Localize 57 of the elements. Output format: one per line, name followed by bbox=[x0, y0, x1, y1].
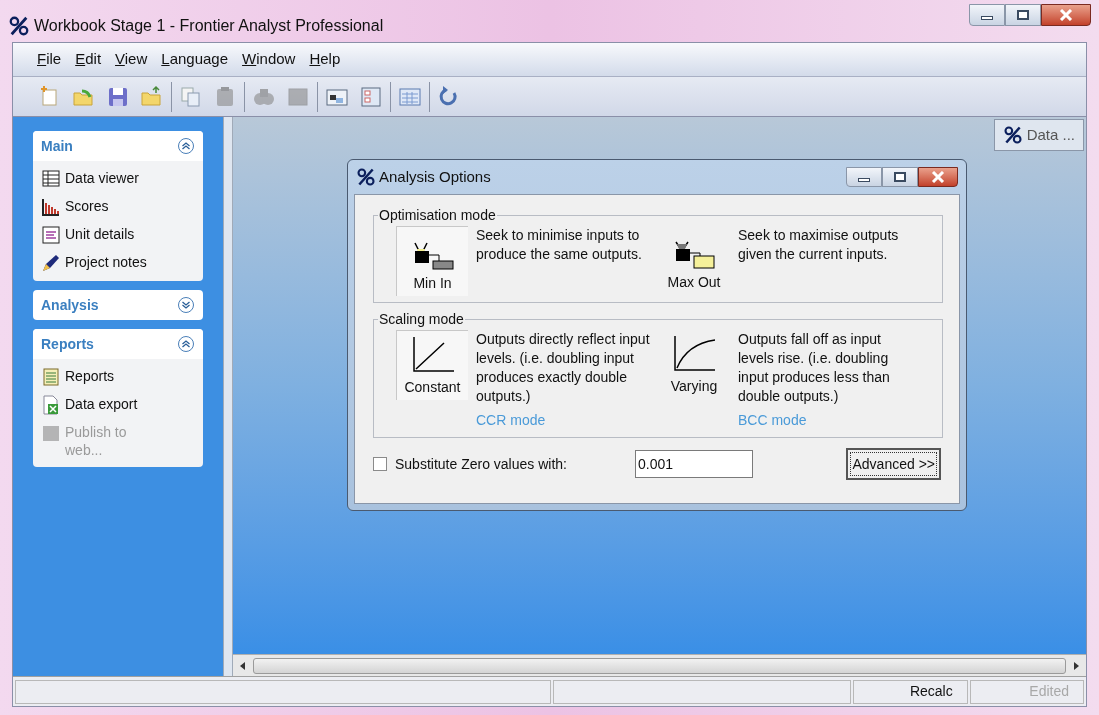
app-logo-icon bbox=[8, 15, 30, 37]
expand-chevron-icon[interactable] bbox=[177, 296, 195, 314]
dialog-title: Analysis Options bbox=[379, 166, 491, 187]
minimize-button[interactable] bbox=[969, 4, 1005, 26]
menu-item[interactable]: Help bbox=[309, 48, 341, 71]
menu-item[interactable]: Window bbox=[242, 48, 296, 71]
bars-icon bbox=[41, 197, 61, 217]
advanced-button[interactable]: Advanced >> bbox=[846, 448, 941, 480]
status-text: Edited bbox=[969, 679, 1084, 704]
menu-item[interactable]: View bbox=[115, 48, 148, 71]
checkbox-label: Substitute Zero values with: bbox=[395, 454, 568, 474]
table-icon bbox=[41, 169, 61, 189]
sidebar-item[interactable]: Data export bbox=[41, 395, 195, 415]
doc-icon bbox=[41, 225, 61, 245]
menu-item[interactable]: Language bbox=[161, 48, 229, 71]
curve-graph-icon bbox=[671, 334, 717, 374]
mode-description: Outputs directly reflect input levels. (i.e. doubling input produces exactly double outputs.) bbox=[476, 330, 651, 406]
sheet-icon bbox=[41, 395, 61, 415]
maximize-button[interactable] bbox=[1005, 4, 1041, 26]
sidebar-item[interactable]: Unit details bbox=[41, 225, 195, 245]
sidebar-item[interactable]: Scores bbox=[41, 197, 195, 217]
mode-button[interactable]: Max Out bbox=[658, 226, 730, 296]
report-icon bbox=[41, 367, 61, 387]
section-title: Reports bbox=[41, 334, 94, 354]
group-title: Optimisation mode bbox=[378, 206, 497, 225]
mode-description: Seek to maximise outputs given the current inputs. bbox=[738, 226, 900, 264]
app-logo-icon bbox=[1002, 125, 1023, 145]
mode-button[interactable]: Min In bbox=[396, 226, 468, 296]
close-button[interactable] bbox=[918, 167, 958, 187]
sidebar-item[interactable]: Project notes bbox=[41, 253, 195, 273]
folder-toolbar-icon[interactable] bbox=[140, 84, 164, 109]
pen-icon bbox=[41, 253, 61, 273]
window-title: Workbook Stage 1 - Frontier Analyst Professional bbox=[34, 16, 384, 36]
web-icon bbox=[41, 423, 61, 443]
mode-button[interactable]: Varying bbox=[658, 330, 730, 400]
close-button[interactable] bbox=[1041, 4, 1091, 26]
value-input-field[interactable]: 0.001 bbox=[635, 450, 753, 478]
document-tab[interactable]: Data ... bbox=[993, 119, 1084, 151]
mode-button[interactable]: Constant bbox=[396, 330, 468, 400]
section-title: Analysis bbox=[41, 295, 99, 315]
minimize-button[interactable] bbox=[846, 167, 882, 187]
sidebar-item[interactable]: Reports bbox=[41, 367, 195, 387]
group-title: Scaling mode bbox=[378, 310, 465, 329]
close-icon bbox=[1059, 9, 1073, 21]
close-icon bbox=[931, 171, 945, 183]
menu-item[interactable]: File bbox=[37, 48, 62, 71]
section-title: Main bbox=[41, 136, 73, 156]
menu-item[interactable]: Edit bbox=[75, 48, 102, 71]
collapse-chevron-icon[interactable] bbox=[177, 137, 195, 155]
collapse-chevron-icon[interactable] bbox=[177, 335, 195, 353]
app-logo-icon bbox=[356, 167, 376, 187]
sidebar-item[interactable]: Data viewer bbox=[41, 169, 195, 189]
mode-description: Seek to minimise inputs to produce the same outputs. bbox=[476, 226, 643, 264]
status-text: Recalc bbox=[853, 679, 968, 704]
maximize-button[interactable] bbox=[882, 167, 918, 187]
checkbox[interactable] bbox=[373, 457, 387, 471]
mode-description: Outputs fall off as input levels rise. (i.e. doubling input produces less than double outputs.) bbox=[738, 330, 891, 406]
